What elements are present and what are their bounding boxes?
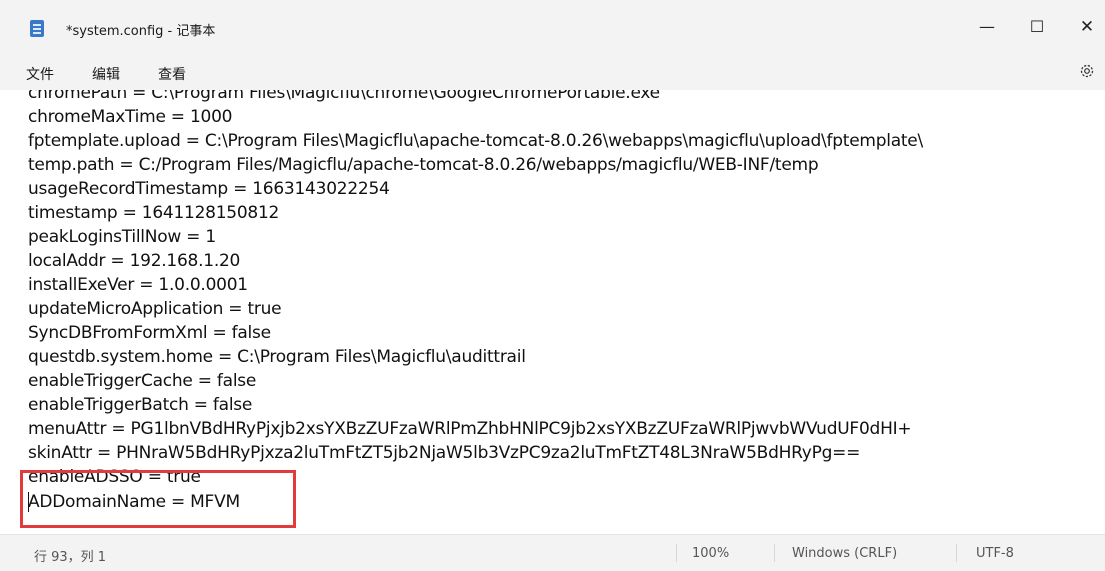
status-bar: 行 93，列 1 100% Windows (CRLF) UTF-8 [0, 534, 1105, 571]
text-line: skinAttr = PHNraW5BdHRyPjxza2luTmFtZT5jb… [28, 443, 861, 463]
text-line: temp.path = C:/Program Files/Magicflu/ap… [28, 155, 819, 175]
text-line: menuAttr = PG1lbnVBdHRyPjxjb2xsYXBzZUFza… [28, 419, 912, 439]
encoding: UTF-8 [976, 546, 1014, 561]
highlight-annotation-box [20, 470, 296, 528]
close-button[interactable]: ✕ [1068, 12, 1105, 42]
text-line: enableTriggerCache = false [28, 371, 257, 391]
line-ending: Windows (CRLF) [792, 546, 898, 561]
menu-file[interactable]: 文件 [26, 64, 54, 84]
minimize-button[interactable]: — [968, 12, 1006, 42]
text-line: chromePath = C:\Program Files\Magicflu\c… [28, 90, 660, 103]
text-line: chromeMaxTime = 1000 [28, 107, 233, 127]
text-line: localAddr = 192.168.1.20 [28, 251, 241, 271]
window-title: *system.config - 记事本 [66, 24, 216, 39]
status-divider [774, 544, 775, 562]
menu-bar: 文件 编辑 查看 [0, 56, 1105, 90]
status-divider [676, 544, 677, 562]
text-line: fptemplate.upload = C:\Program Files\Mag… [28, 131, 923, 151]
text-line: installExeVer = 1.0.0.0001 [28, 275, 248, 295]
maximize-button[interactable]: ☐ [1018, 12, 1056, 42]
text-line: enableTriggerBatch = false [28, 395, 253, 415]
text-line: peakLoginsTillNow = 1 [28, 227, 216, 247]
text-line: questdb.system.home = C:\Program Files\M… [28, 347, 526, 367]
notepad-icon [30, 20, 44, 37]
menu-view[interactable]: 查看 [158, 64, 186, 84]
text-caret [28, 492, 29, 512]
text-editor[interactable]: chromePath = C:\Program Files\Magicflu\c… [0, 90, 1105, 534]
text-line: timestamp = 1641128150812 [28, 203, 280, 223]
cursor-position: 行 93，列 1 [34, 550, 107, 565]
status-divider [956, 544, 957, 562]
text-line: updateMicroApplication = true [28, 299, 282, 319]
zoom-level: 100% [692, 546, 730, 561]
menu-edit[interactable]: 编辑 [92, 64, 120, 84]
gear-icon[interactable] [1078, 62, 1096, 80]
title-bar: *system.config - 记事本 — ☐ ✕ [0, 0, 1105, 56]
text-line: usageRecordTimestamp = 1663143022254 [28, 179, 390, 199]
text-line: SyncDBFromFormXml = false [28, 323, 271, 343]
